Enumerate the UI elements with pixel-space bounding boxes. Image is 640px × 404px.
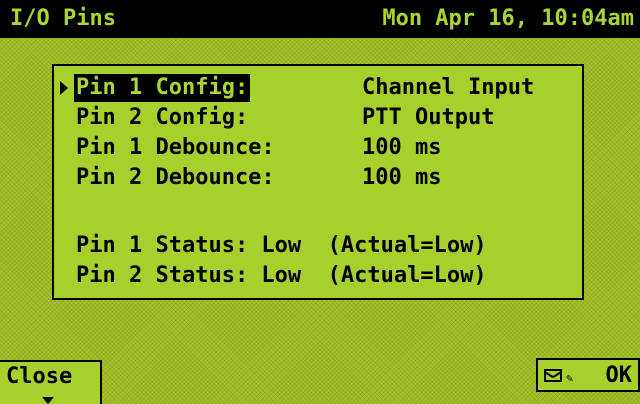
pin1-config-value: Channel Input <box>362 75 535 100</box>
pin1-debounce-value: 100 ms <box>362 135 442 160</box>
close-softkey[interactable]: Close <box>0 360 102 404</box>
pin1-debounce-label: Pin 1 Debounce: <box>76 135 275 160</box>
pin2-config-label: Pin 2 Config: <box>76 105 249 130</box>
close-label: Close <box>6 364 73 389</box>
down-arrow-icon <box>42 397 54 404</box>
pin2-status-text: Pin 2 Status: Low (Actual=Low) <box>76 263 487 288</box>
pin2-debounce-value: 100 ms <box>362 165 442 190</box>
pin2-config-row[interactable]: Pin 2 Config: PTT Output <box>54 104 582 132</box>
selection-pointer-icon <box>60 81 68 95</box>
io-pins-panel: Pin 1 Config: Channel Input Pin 2 Config… <box>52 64 584 300</box>
pin1-debounce-row[interactable]: Pin 1 Debounce: 100 ms <box>54 134 582 162</box>
title-bar: I/O Pins Mon Apr 16, 10:04am <box>0 0 640 38</box>
page-title: I/O Pins <box>10 6 116 31</box>
pin1-status-row: Pin 1 Status: Low (Actual=Low) <box>54 232 582 260</box>
pin2-config-value: PTT Output <box>362 105 495 130</box>
pin2-debounce-label: Pin 2 Debounce: <box>76 165 275 190</box>
pin2-debounce-row[interactable]: Pin 2 Debounce: 100 ms <box>54 164 582 192</box>
pin1-status-text: Pin 1 Status: Low (Actual=Low) <box>76 233 487 258</box>
ok-label: OK <box>605 363 633 388</box>
ok-softkey[interactable]: ✎ OK <box>536 358 640 392</box>
date-time: Mon Apr 16, 10:04am <box>382 6 634 31</box>
pen-icon: ✎ <box>566 371 574 385</box>
pin1-config-row[interactable]: Pin 1 Config: Channel Input <box>54 74 582 102</box>
pin1-config-label: Pin 1 Config: <box>74 74 251 102</box>
lcd-screen: I/O Pins Mon Apr 16, 10:04am Pin 1 Confi… <box>0 0 640 404</box>
mail-icon <box>544 369 562 382</box>
pin2-status-row: Pin 2 Status: Low (Actual=Low) <box>54 262 582 290</box>
